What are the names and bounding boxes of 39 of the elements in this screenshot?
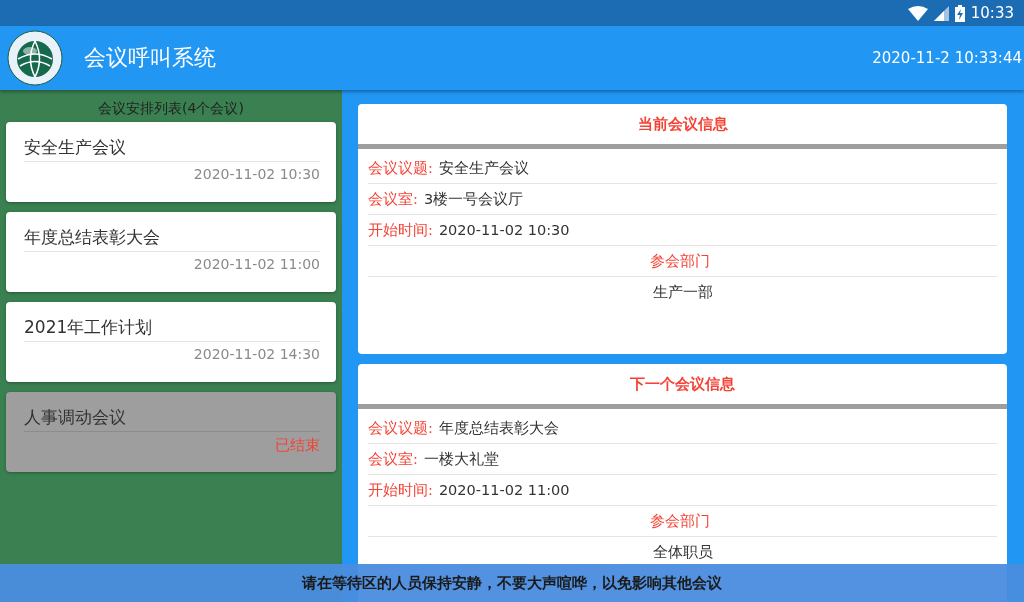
meeting-title: 年度总结表彰大会 xyxy=(24,226,320,252)
section-label: 参会部门 xyxy=(649,511,710,531)
meeting-status: 已结束 xyxy=(275,436,320,455)
department-value: 全体职员 xyxy=(652,542,713,562)
section-label: 参会部门 xyxy=(649,251,710,271)
meeting-title: 2021年工作计划 xyxy=(24,316,320,342)
wifi-icon xyxy=(907,5,928,21)
meeting-card[interactable]: 人事调动会议 已结束 xyxy=(6,392,336,472)
battery-charging-icon xyxy=(954,4,965,22)
field-value: 2020-11-02 11:00 xyxy=(438,482,570,498)
field-value: 安全生产会议 xyxy=(438,158,529,178)
field-label: 会议议题: xyxy=(368,158,433,178)
current-datetime: 2020-11-2 10:33:44 xyxy=(872,49,1022,67)
field-label: 开始时间: xyxy=(368,480,433,500)
field-value: 一楼大礼堂 xyxy=(423,449,499,469)
meeting-time: 2020-11-02 11:00 xyxy=(193,256,320,272)
field-label: 开始时间: xyxy=(368,220,433,240)
meeting-card[interactable]: 安全生产会议 2020-11-02 10:30 xyxy=(6,122,336,202)
field-label: 会议室: xyxy=(368,189,418,209)
app-title: 会议呼叫系统 xyxy=(84,44,217,72)
department-value: 生产一部 xyxy=(652,282,713,302)
meeting-card[interactable]: 2021年工作计划 2020-11-02 14:30 xyxy=(6,302,336,382)
meeting-time: 2020-11-02 14:30 xyxy=(193,346,320,362)
list-heading: 会议安排列表(4个会议) xyxy=(98,99,244,118)
clock-time: 10:33 xyxy=(970,4,1014,22)
notice-text: 请在等待区的人员保持安静，不要大声喧哗，以免影响其他会议 xyxy=(302,573,722,593)
card-title: 下一个会议信息 xyxy=(630,374,735,394)
field-label: 会议室: xyxy=(368,449,418,469)
field-value: 年度总结表彰大会 xyxy=(438,418,559,438)
signal-icon xyxy=(933,5,949,21)
meeting-title: 人事调动会议 xyxy=(24,406,320,432)
field-value: 2020-11-02 10:30 xyxy=(438,222,570,238)
card-title: 当前会议信息 xyxy=(637,114,728,134)
meeting-card[interactable]: 年度总结表彰大会 2020-11-02 11:00 xyxy=(6,212,336,292)
globe-logo-icon xyxy=(6,29,64,87)
meeting-title: 安全生产会议 xyxy=(24,136,320,162)
field-label: 会议议题: xyxy=(368,418,433,438)
meeting-time: 2020-11-02 10:30 xyxy=(193,166,320,182)
field-value: 3楼一号会议厅 xyxy=(423,189,524,209)
